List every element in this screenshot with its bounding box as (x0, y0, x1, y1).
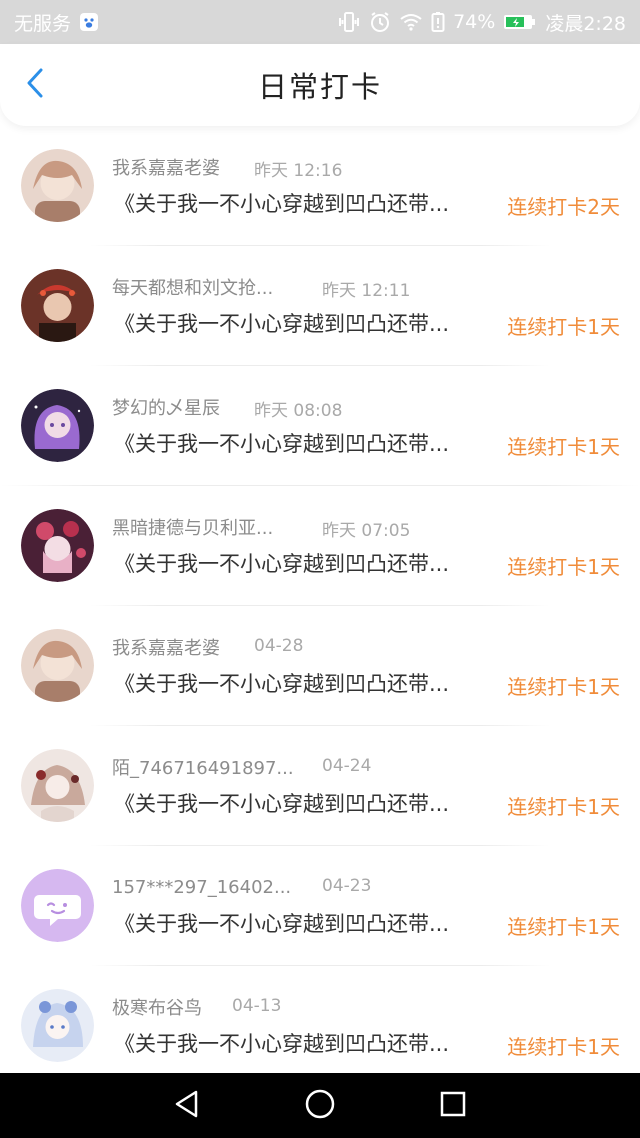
post-time: 昨天 12:16 (254, 161, 343, 181)
name-row: 157***297_16402... (112, 874, 291, 900)
book-title[interactable]: 《关于我一不小心穿越到凹凸还带... (114, 548, 494, 578)
streak-badge: 连续打卡1天 (507, 1035, 620, 1059)
book-title[interactable]: 《关于我一不小心穿越到凹凸还带... (114, 1028, 494, 1058)
streak-badge: 连续打卡1天 (507, 315, 620, 339)
list-item[interactable]: 每天都想和刘文抢... 昨天 12:11 《关于我一不小心穿越到凹凸还带... … (0, 246, 640, 366)
streak-badge: 连续打卡1天 (507, 795, 620, 819)
avatar[interactable] (21, 269, 94, 342)
user-name[interactable]: 157***297_16402... (112, 877, 291, 898)
battery-percent: 74% (453, 11, 496, 33)
post-time: 04-28 (254, 636, 304, 656)
streak-badge: 连续打卡1天 (507, 435, 620, 459)
book-title[interactable]: 《关于我一不小心穿越到凹凸还带... (114, 308, 494, 338)
page-title: 日常打卡 (257, 70, 382, 104)
battery-alert-icon (431, 11, 445, 33)
book-title[interactable]: 《关于我一不小心穿越到凹凸还带... (114, 788, 494, 818)
status-right: 74% 凌晨2:28 (337, 9, 626, 36)
list-item[interactable]: 我系嘉嘉老婆 04-28 《关于我一不小心穿越到凹凸还带... 连续打卡1天 (0, 606, 640, 726)
carrier-text: 无服务 (14, 12, 72, 35)
streak-badge: 连续打卡2天 (507, 195, 620, 219)
post-time: 04-23 (322, 876, 372, 896)
book-title[interactable]: 《关于我一不小心穿越到凹凸还带... (114, 668, 494, 698)
back-button[interactable] (18, 68, 52, 102)
user-name[interactable]: 每天都想和刘文抢... (112, 274, 273, 300)
alarm-icon (369, 11, 391, 33)
status-left: 无服务 (14, 9, 99, 36)
streak-badge: 连续打卡1天 (507, 555, 620, 579)
avatar[interactable] (21, 629, 94, 702)
name-row: 我系嘉嘉老婆 (112, 154, 220, 180)
avatar[interactable] (21, 149, 94, 222)
battery-icon (503, 12, 537, 32)
clock-text: 凌晨2:28 (545, 12, 626, 35)
book-title[interactable]: 《关于我一不小心穿越到凹凸还带... (114, 188, 494, 218)
triangle-back-icon (172, 1088, 202, 1124)
post-time: 昨天 12:11 (322, 281, 411, 301)
streak-badge: 连续打卡1天 (507, 915, 620, 939)
circle-home-icon (304, 1088, 336, 1124)
book-title[interactable]: 《关于我一不小心穿越到凹凸还带... (114, 908, 494, 938)
post-time: 04-13 (232, 996, 282, 1016)
nav-recent-button[interactable] (433, 1086, 473, 1126)
nav-home-button[interactable] (300, 1086, 340, 1126)
wifi-icon (399, 12, 423, 32)
name-row: 每天都想和刘文抢... (112, 274, 273, 300)
avatar[interactable] (21, 869, 94, 942)
avatar[interactable] (21, 749, 94, 822)
list-item[interactable]: 梦幻的乄星辰 昨天 08:08 《关于我一不小心穿越到凹凸还带... 连续打卡1… (0, 366, 640, 486)
name-row: 极寒布谷鸟 (112, 994, 202, 1020)
post-time: 04-24 (322, 756, 372, 776)
user-name[interactable]: 黑暗捷德与贝利亚... (112, 514, 273, 540)
user-name[interactable]: 极寒布谷鸟 (112, 994, 202, 1020)
chevron-left-icon (25, 67, 45, 103)
user-name[interactable]: 我系嘉嘉老婆 (112, 154, 220, 180)
avatar[interactable] (21, 989, 94, 1062)
name-row: 梦幻的乄星辰 (112, 394, 220, 420)
status-bar: 无服务 74% 凌晨2:28 (0, 0, 640, 44)
system-nav-bar (0, 1073, 640, 1138)
avatar[interactable] (21, 509, 94, 582)
post-time: 昨天 07:05 (322, 521, 411, 541)
name-row: 我系嘉嘉老婆 (112, 634, 220, 660)
square-recent-icon (438, 1089, 468, 1123)
name-row: 黑暗捷德与贝利亚... (112, 514, 273, 540)
header: 日常打卡 (0, 44, 640, 126)
list-item[interactable]: 157***297_16402... 04-23 《关于我一不小心穿越到凹凸还带… (0, 846, 640, 966)
streak-badge: 连续打卡1天 (507, 675, 620, 699)
user-name[interactable]: 梦幻的乄星辰 (112, 394, 220, 420)
name-row: 陌_746716491897... (112, 754, 294, 780)
baidu-app-icon (79, 12, 99, 32)
vibrate-icon (337, 11, 361, 33)
nav-back-button[interactable] (167, 1086, 207, 1126)
user-name[interactable]: 我系嘉嘉老婆 (112, 634, 220, 660)
list-item[interactable]: 极寒布谷鸟 04-13 《关于我一不小心穿越到凹凸还带... 连续打卡1天 (0, 966, 640, 1086)
post-time: 昨天 08:08 (254, 401, 343, 421)
list-item[interactable]: 我系嘉嘉老婆 昨天 12:16 《关于我一不小心穿越到凹凸还带... 连续打卡2… (0, 126, 640, 246)
list-item[interactable]: 黑暗捷德与贝利亚... 昨天 07:05 《关于我一不小心穿越到凹凸还带... … (0, 486, 640, 606)
user-name[interactable]: 陌_746716491897... (112, 754, 294, 780)
list-item[interactable]: 陌_746716491897... 04-24 《关于我一不小心穿越到凹凸还带.… (0, 726, 640, 846)
avatar[interactable] (21, 389, 94, 462)
book-title[interactable]: 《关于我一不小心穿越到凹凸还带... (114, 428, 494, 458)
checkin-list: 我系嘉嘉老婆 昨天 12:16 《关于我一不小心穿越到凹凸还带... 连续打卡2… (0, 126, 640, 1086)
